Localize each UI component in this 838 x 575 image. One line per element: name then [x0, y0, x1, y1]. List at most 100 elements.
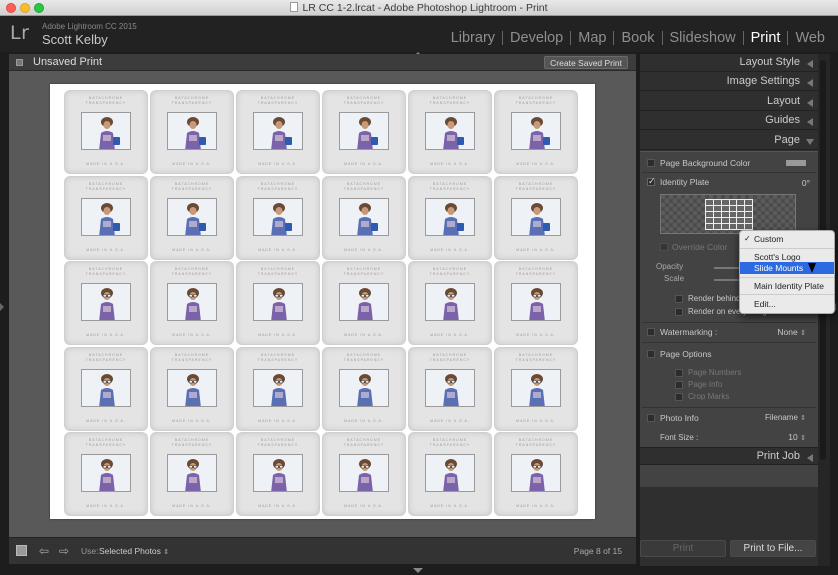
slide-mount-cell[interactable]: BATACHROME TRANSPARENCY MADE IN U.S.A.	[236, 261, 320, 345]
mount-label-bottom: MADE IN U.S.A.	[172, 162, 212, 166]
page-background-color-swatch[interactable]	[786, 160, 806, 166]
panel-image-settings[interactable]: Image Settings	[640, 73, 818, 91]
create-saved-print-button[interactable]: Create Saved Print	[544, 56, 628, 69]
menu-item-edit[interactable]: Edit...	[740, 298, 834, 310]
filmstrip-toggle-icon[interactable]	[413, 568, 423, 573]
slide-mount-cell[interactable]: BATACHROME TRANSPARENCY MADE IN U.S.A.	[150, 261, 234, 345]
font-size-dropdown[interactable]: 10 ⇕	[788, 432, 806, 442]
stop-icon[interactable]	[16, 545, 27, 556]
slide-mount-cell[interactable]: BATACHROME TRANSPARENCY MADE IN U.S.A.	[236, 346, 320, 431]
photo-thumbnail	[253, 283, 303, 321]
page-background-color-checkbox[interactable]	[647, 159, 655, 167]
mini-slide	[721, 224, 729, 229]
slide-mount-cell[interactable]: BATACHROME TRANSPARENCY MADE IN U.S.A.	[322, 432, 406, 516]
slide-mount-cell[interactable]: BATACHROME TRANSPARENCY MADE IN U.S.A.	[64, 175, 148, 260]
use-value: Selected Photos	[99, 546, 161, 556]
slide-mount-cell[interactable]: BATACHROME TRANSPARENCY MADE IN U.S.A.	[408, 432, 492, 516]
slide-mount-cell[interactable]: BATACHROME TRANSPARENCY MADE IN U.S.A.	[236, 90, 320, 174]
panel-layout[interactable]: Layout	[640, 93, 818, 111]
slide-mount-cell[interactable]: BATACHROME TRANSPARENCY MADE IN U.S.A.	[64, 432, 148, 516]
mount-label-sub: TRANSPARENCY	[343, 186, 385, 191]
watermarking-checkbox[interactable]	[647, 328, 655, 336]
photo-thumbnail	[425, 197, 475, 236]
menu-item-main-identity-plate[interactable]: Main Identity Plate	[740, 280, 834, 292]
mount-label-top: BATACHROME	[346, 267, 382, 271]
slide-mount-cell[interactable]: BATACHROME TRANSPARENCY MADE IN U.S.A.	[236, 432, 320, 516]
page-options-checkbox[interactable]	[647, 350, 655, 358]
module-library[interactable]: Library	[444, 30, 502, 46]
slide-mount-cell[interactable]: BATACHROME TRANSPARENCY MADE IN U.S.A.	[150, 432, 234, 516]
slide-mount-cell[interactable]: BATACHROME TRANSPARENCY MADE IN U.S.A.	[150, 90, 234, 174]
divider	[642, 322, 816, 323]
photo-info-label: Photo Info	[660, 413, 699, 423]
mini-slide	[745, 212, 752, 217]
panel-layout-style[interactable]: Layout Style	[640, 54, 818, 72]
identity-plate-checkbox[interactable]	[647, 176, 656, 187]
photo-info-dropdown[interactable]: Filename ⇕	[765, 413, 806, 422]
slide-mount-cell[interactable]: BATACHROME TRANSPARENCY MADE IN U.S.A.	[322, 261, 406, 345]
page-numbers-checkbox[interactable]	[675, 369, 683, 377]
mount-label-bottom: MADE IN U.S.A.	[344, 418, 384, 423]
render-every-image-checkbox[interactable]	[675, 308, 683, 316]
slide-mount-cell[interactable]: BATACHROME TRANSPARENCY MADE IN U.S.A.	[64, 261, 148, 345]
module-slideshow[interactable]: Slideshow	[663, 30, 743, 46]
override-color-checkbox[interactable]	[660, 243, 668, 251]
module-web[interactable]: Web	[788, 30, 832, 46]
mini-slide	[737, 206, 745, 211]
mount-label-bottom: MADE IN U.S.A.	[516, 162, 556, 166]
print-to-file-button[interactable]: Print to File...	[730, 540, 816, 557]
slide-mount-cell[interactable]: BATACHROME TRANSPARENCY MADE IN U.S.A.	[64, 346, 148, 431]
slide-mount-cell[interactable]: BATACHROME TRANSPARENCY MADE IN U.S.A.	[322, 175, 406, 260]
use-selector[interactable]: Selected Photos ⇕	[99, 546, 169, 556]
mount-label-sub: TRANSPARENCY	[85, 101, 127, 105]
identity-plate-angle[interactable]: 0°	[802, 178, 810, 188]
page-info-checkbox[interactable]	[675, 381, 683, 389]
slide-mount-cell[interactable]: BATACHROME TRANSPARENCY MADE IN U.S.A.	[408, 90, 492, 174]
previous-page-icon[interactable]: ⇦	[39, 544, 49, 558]
panel-print-job[interactable]: Print Job	[640, 447, 818, 465]
mount-label-sub: TRANSPARENCY	[171, 186, 213, 191]
divider	[642, 407, 816, 408]
slide-mount-cell[interactable]: BATACHROME TRANSPARENCY MADE IN U.S.A.	[150, 346, 234, 431]
slide-mount-cell[interactable]: BATACHROME TRANSPARENCY MADE IN U.S.A.	[494, 261, 578, 345]
panel-guides[interactable]: Guides	[640, 112, 818, 130]
photo-thumbnail	[339, 368, 389, 407]
slide-mount-cell[interactable]: BATACHROME TRANSPARENCY MADE IN U.S.A.	[408, 261, 492, 345]
slide-mount-cell[interactable]: BATACHROME TRANSPARENCY MADE IN U.S.A.	[150, 175, 234, 260]
module-print[interactable]: Print	[744, 30, 788, 46]
slide-mount-cell[interactable]: BATACHROME TRANSPARENCY MADE IN U.S.A.	[64, 90, 148, 174]
module-map[interactable]: Map	[571, 30, 613, 46]
photo-info-checkbox[interactable]	[647, 414, 655, 422]
module-develop[interactable]: Develop	[503, 30, 570, 46]
print-button[interactable]: Print	[640, 540, 726, 557]
left-panel-toggle-icon[interactable]	[0, 303, 4, 311]
slide-mount-cell[interactable]: BATACHROME TRANSPARENCY MADE IN U.S.A.	[494, 346, 578, 431]
photo-thumbnail	[425, 112, 475, 150]
slide-mount-cell[interactable]: BATACHROME TRANSPARENCY MADE IN U.S.A.	[494, 175, 578, 260]
module-book[interactable]: Book	[614, 30, 661, 46]
next-page-icon[interactable]: ⇨	[59, 544, 69, 558]
identity-plate-preview[interactable]	[660, 194, 796, 234]
menu-item-custom[interactable]: ✓ Custom	[740, 233, 834, 245]
render-behind-checkbox[interactable]	[675, 295, 683, 303]
slide-mount-cell[interactable]: BATACHROME TRANSPARENCY MADE IN U.S.A.	[236, 175, 320, 260]
mount-label-bottom: MADE IN U.S.A.	[172, 504, 212, 508]
menu-item-slide-mounts[interactable]: Slide Mounts	[740, 262, 834, 274]
print-page-preview: BATACHROME TRANSPARENCY MADE IN U.S.A. BATA…	[50, 84, 595, 519]
photo-thumbnail	[339, 283, 389, 321]
slide-mount-cell[interactable]: BATACHROME TRANSPARENCY MADE IN U.S.A.	[408, 175, 492, 260]
slide-mount-cell[interactable]: BATACHROME TRANSPARENCY MADE IN U.S.A.	[494, 90, 578, 174]
watermarking-dropdown[interactable]: None ⇕	[777, 327, 806, 337]
mount-label-top: BATACHROME	[518, 352, 554, 357]
mini-slide	[713, 212, 721, 217]
crop-marks-checkbox[interactable]	[675, 393, 683, 401]
slide-mount-cell[interactable]: BATACHROME TRANSPARENCY MADE IN U.S.A.	[322, 90, 406, 174]
mount-label-sub: TRANSPARENCY	[257, 272, 299, 276]
slide-mount-cell[interactable]: BATACHROME TRANSPARENCY MADE IN U.S.A.	[322, 346, 406, 431]
collapse-arrow-icon	[807, 118, 813, 126]
slide-mount-cell[interactable]: BATACHROME TRANSPARENCY MADE IN U.S.A.	[408, 346, 492, 431]
mount-label-top: BATACHROME	[174, 96, 210, 100]
slide-mount-cell[interactable]: BATACHROME TRANSPARENCY MADE IN U.S.A.	[494, 432, 578, 516]
mount-label-top: BATACHROME	[88, 96, 124, 100]
panel-page[interactable]: Page	[640, 132, 818, 150]
